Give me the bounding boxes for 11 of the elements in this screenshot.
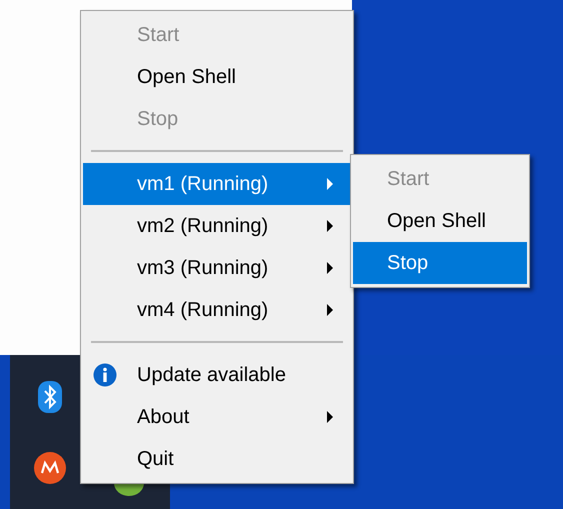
menu-item[interactable]: Open Shell — [353, 200, 527, 242]
menu-item[interactable]: vm1 (Running) — [83, 163, 351, 205]
menu-item[interactable]: Update available — [83, 354, 351, 396]
menu-item[interactable]: Stop — [353, 242, 527, 284]
menu-item[interactable]: Quit — [83, 438, 351, 480]
menu-item[interactable]: About — [83, 396, 351, 438]
menu-item[interactable]: vm4 (Running) — [83, 289, 351, 331]
info-icon — [93, 363, 117, 387]
menu-item[interactable]: Open Shell — [83, 56, 351, 98]
menu-item[interactable]: vm2 (Running) — [83, 205, 351, 247]
menu-item[interactable]: vm3 (Running) — [83, 247, 351, 289]
